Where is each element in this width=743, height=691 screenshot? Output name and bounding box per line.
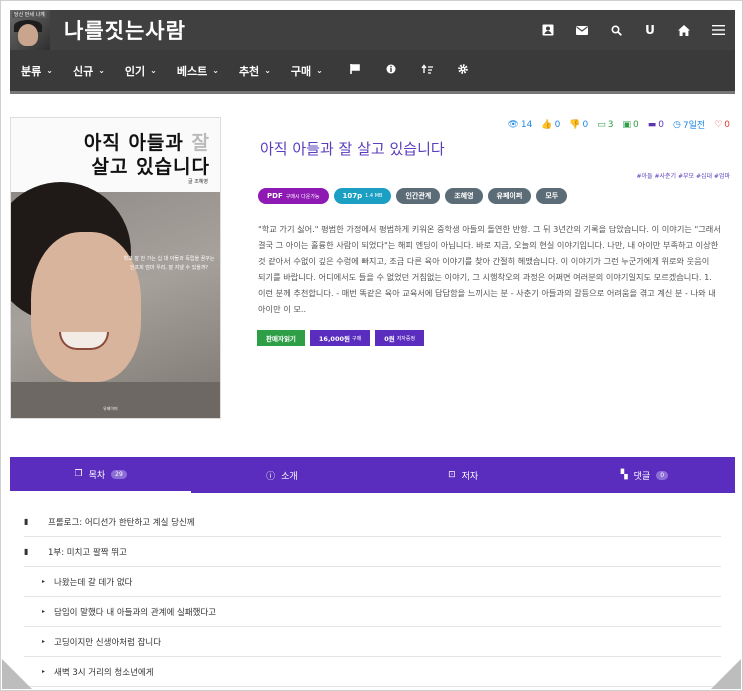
cover-publisher: 유페이퍼 (103, 406, 118, 411)
caret-right-icon: ▸ (42, 578, 46, 585)
pdf-badge: PDF 구매시 다운가능 (258, 188, 329, 204)
thumbs-up-icon: 👍 (541, 119, 553, 130)
contents-icon: ❐ (74, 469, 83, 479)
chevron-down-icon: ⌄ (212, 66, 219, 75)
author-icon: ⊡ (448, 470, 456, 480)
sort-icon[interactable] (415, 64, 439, 77)
eye-icon: 👁 (507, 119, 519, 130)
list-item[interactable]: ▸ 새벽 3시 거리의 청소년에게 (24, 657, 721, 687)
cover-title: 아직 아들과 잘 (83, 132, 210, 154)
gear-icon[interactable] (451, 64, 475, 77)
content-tabs: ❐ 목차 29 ⓘ 소개 ⊡ 저자 ▚ 댓글 0 (10, 457, 735, 493)
nav-category[interactable]: 분류 ⌄ (21, 63, 53, 79)
ticket-icon: ▣ (622, 119, 632, 130)
site-logo[interactable]: 당신 만세 나게 (10, 10, 50, 50)
pages-badge: 107p 1.4 MB (333, 188, 392, 204)
page-curl-right (711, 659, 741, 689)
cover-photo: 학교 잘 안 가는 십 대 아들과 독립을 꿈꾸는 인프피 엄마 우리, 잘 지… (11, 182, 220, 418)
page-frame: 당신 만세 나게 나를짓는사람 U 분류 ⌄ 신규 ⌄ 인기 ⌄ 베스트 ⌄ 추… (0, 0, 743, 691)
file-icon: ▮ (24, 517, 29, 526)
book-badges: PDF 구매시 다운가능 107p 1.4 MB 인간관계 조혜영 유페이퍼 모두 (258, 188, 568, 204)
tab-contents[interactable]: ❐ 목차 29 (10, 457, 192, 493)
file-icon: ▮ (24, 547, 29, 556)
book-actions: 판매자읽기 16,000원 구매 0원 저자증정 (257, 330, 425, 346)
chevron-down-icon: ⌄ (264, 66, 271, 75)
chevron-down-icon: ⌄ (46, 66, 53, 75)
list-item[interactable]: ▸ 나왔는데 갈 데가 없다 (24, 567, 721, 597)
flag-icon[interactable] (343, 64, 367, 77)
message-icon: ▬ (647, 119, 657, 130)
hearts-stat[interactable]: ♡ 0 (714, 118, 730, 131)
book-stats: 👁 14 👍 0 👎 0 ▭ 3 ▣ 0 ▬ 0 ◷ 7일전 ♡ 0 (507, 118, 730, 132)
comments-count: 0 (656, 470, 669, 480)
messages-stat: ▬ 0 (647, 119, 665, 130)
chevron-down-icon: ⌄ (150, 66, 157, 75)
list-item[interactable]: ▮ 1부: 미치고 팔짝 뛰고 (24, 537, 721, 567)
buy-button[interactable]: 16,000원 구매 (309, 330, 371, 346)
mail-icon[interactable] (565, 10, 599, 50)
book-title: 아직 아들과 잘 살고 있습니다 (260, 140, 445, 158)
dislikes-stat[interactable]: 👎 0 (569, 118, 588, 131)
book-description: "학교 가기 싫어." 평범한 가정에서 평범하게 키워온 중학생 아들의 돌연… (258, 224, 721, 314)
nav-best[interactable]: 베스트 ⌄ (177, 63, 219, 79)
caret-right-icon: ▸ (42, 668, 46, 675)
tab-author[interactable]: ⊡ 저자 (373, 457, 554, 493)
comments-icon: ▚ (620, 470, 628, 480)
book-cover[interactable]: 아직 아들과 잘 살고 있습니다 글 조혜영 학교 잘 안 가는 십 대 아들과… (10, 117, 221, 419)
caret-right-icon: ▸ (42, 608, 46, 615)
audience-badge: 모두 (536, 188, 568, 204)
gift-button[interactable]: 0원 저자증정 (375, 330, 425, 346)
cover-blurb: 학교 잘 안 가는 십 대 아들과 독립을 꿈꾸는 인프피 엄마 우리, 잘 지… (123, 256, 215, 271)
author-badge[interactable]: 조혜영 (445, 188, 483, 204)
contents-count: 29 (111, 469, 127, 479)
main-nav: 분류 ⌄ 신규 ⌄ 인기 ⌄ 베스트 ⌄ 추천 ⌄ 구매 ⌄ (10, 50, 735, 94)
thumbs-down-icon: 👎 (569, 119, 581, 130)
menu-icon[interactable] (701, 10, 735, 50)
chevron-down-icon: ⌄ (316, 66, 323, 75)
home-icon[interactable] (667, 10, 701, 50)
user-icon[interactable]: U (633, 10, 667, 50)
profile-icon[interactable] (531, 10, 565, 50)
cover-author: 글 조혜영 (188, 179, 208, 185)
clock-icon: ◷ (673, 119, 681, 130)
site-title[interactable]: 나를짓는사람 (64, 15, 186, 45)
date-stat: ◷ 7일전 (673, 119, 706, 132)
list-item[interactable]: ▸ 담임이 말했다 내 아들과의 관계에 실패했다고 (24, 597, 721, 627)
search-icon[interactable] (599, 10, 633, 50)
caret-right-icon: ▸ (42, 638, 46, 645)
cover-title-line2: 살고 있습니다 (91, 156, 210, 178)
page-curl-left (2, 659, 32, 689)
tab-intro[interactable]: ⓘ 소개 (191, 457, 372, 493)
hashtags[interactable]: #아들 #사춘기 #부모 #십대 #엄마 (637, 171, 731, 180)
top-bar: 당신 만세 나게 나를짓는사람 U (10, 10, 735, 50)
views-stat: 👁 14 (507, 119, 533, 130)
chevron-down-icon: ⌄ (98, 66, 105, 75)
logo-tag: 당신 만세 나게 (12, 11, 47, 18)
info-icon[interactable] (379, 64, 403, 77)
publisher-badge[interactable]: 유페이퍼 (487, 188, 532, 204)
likes-stat[interactable]: 👍 0 (541, 118, 560, 131)
list-item[interactable]: ▸ 고딩이지만 신생아처럼 잡니다 (24, 627, 721, 657)
nav-recommend[interactable]: 추천 ⌄ (239, 63, 271, 79)
table-of-contents: ▮ 프롤로그: 어디선가 한탄하고 계실 당신께 ▮ 1부: 미치고 팔짝 뛰고 ▸… (24, 507, 721, 687)
comment-icon: ▭ (597, 119, 606, 130)
tab-comments[interactable]: ▚ 댓글 0 (554, 457, 735, 493)
info-circle-icon: ⓘ (266, 471, 276, 482)
nav-new[interactable]: 신규 ⌄ (73, 63, 105, 79)
comments-stat: ▭ 3 (597, 119, 614, 130)
heart-icon: ♡ (714, 119, 723, 130)
list-item[interactable]: ▮ 프롤로그: 어디선가 한탄하고 계실 당신께 (24, 507, 721, 537)
nav-popular[interactable]: 인기 ⌄ (125, 63, 157, 79)
nav-purchase[interactable]: 구매 ⌄ (291, 63, 323, 79)
category-badge[interactable]: 인간관계 (396, 188, 441, 204)
preview-button[interactable]: 판매자읽기 (257, 330, 305, 346)
reviews-stat: ▣ 0 (622, 119, 639, 130)
